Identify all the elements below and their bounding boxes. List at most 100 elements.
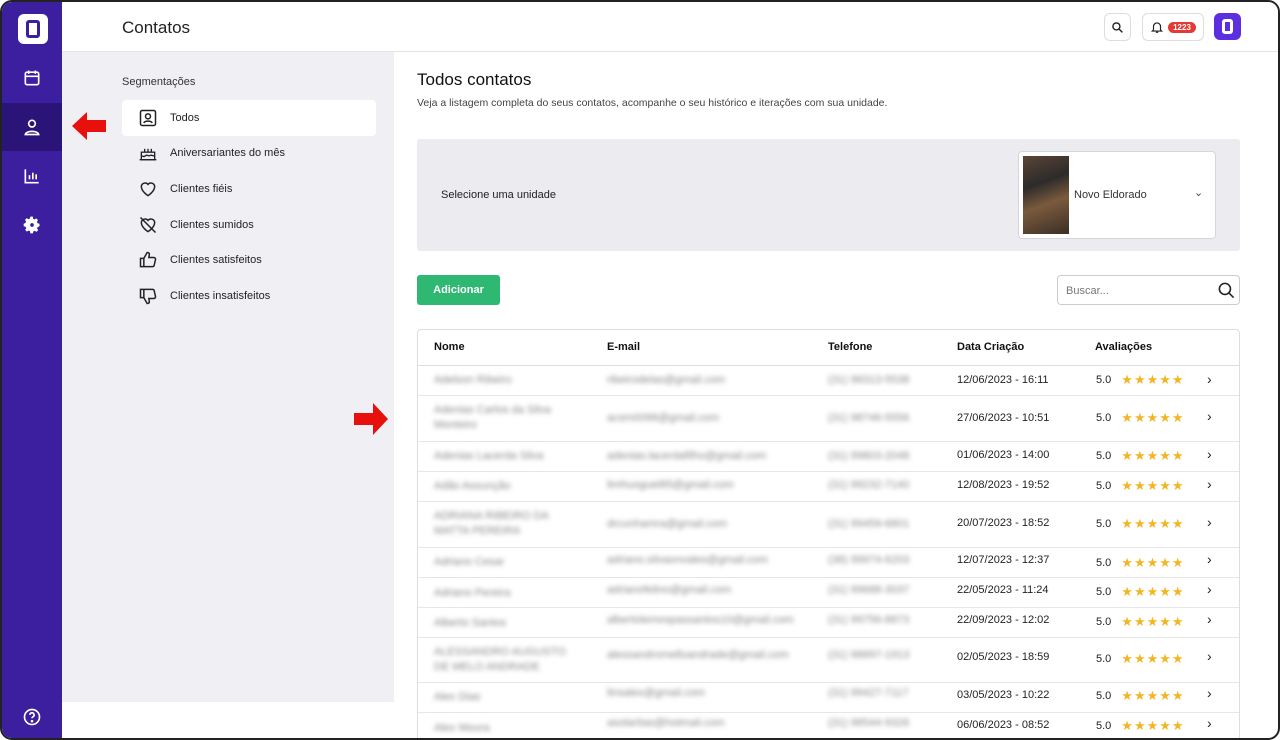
- contact-phone: (31) 98746-5556: [828, 412, 910, 424]
- table-row[interactable]: Adenias Carlos da Silva Monteiro acsm009…: [418, 396, 1239, 442]
- notifications-button[interactable]: 1223: [1142, 13, 1204, 41]
- contact-name: ADRIANA RIBEIRO DA MATTA PEREIRA: [434, 510, 549, 537]
- stars-icon: ★★★★★: [1121, 688, 1185, 703]
- contact-email: linsalex@gmail.com: [607, 687, 705, 699]
- contact-name: Adenias Lacerda Silva: [434, 450, 544, 462]
- calendar-nav[interactable]: [2, 54, 62, 102]
- stars-icon: ★★★★★: [1121, 448, 1185, 463]
- contact-name: Alex Dias: [434, 691, 481, 703]
- chevron-right-icon[interactable]: ›: [1207, 514, 1212, 530]
- contact-email: limhuoguel85@gmail.com: [607, 479, 734, 491]
- table-row[interactable]: ALESSANDRO AUGUSTO DE MELO ANDRADE aless…: [418, 638, 1239, 683]
- chevron-right-icon[interactable]: ›: [1207, 551, 1212, 567]
- chevron-right-icon[interactable]: ›: [1207, 476, 1212, 492]
- rating: 5.0 ★★★★★: [1096, 516, 1185, 532]
- column-header[interactable]: Data Criação: [957, 341, 1024, 353]
- rating-value: 5.0: [1096, 557, 1112, 569]
- chevron-right-icon[interactable]: ›: [1207, 581, 1212, 597]
- search-icon[interactable]: [1217, 281, 1236, 300]
- segment-satisfeitos[interactable]: Clientes satisfeitos: [122, 242, 376, 278]
- stars-icon: ★★★★★: [1121, 651, 1185, 666]
- segment-aniversariantes[interactable]: Aniversariantes do mês: [122, 135, 376, 171]
- rating-value: 5.0: [1096, 653, 1112, 665]
- segment-sumidos[interactable]: Clientes sumidos: [122, 207, 376, 243]
- segment-todos[interactable]: Todos: [122, 100, 376, 136]
- table-row[interactable]: ADRIANA RIBEIRO DA MATTA PEREIRA drcunha…: [418, 502, 1239, 548]
- rating: 5.0 ★★★★★: [1096, 614, 1185, 630]
- created-date: 01/06/2023 - 14:00: [957, 449, 1050, 461]
- created-date: 02/05/2023 - 18:59: [957, 651, 1050, 663]
- search-button[interactable]: [1104, 13, 1131, 41]
- app-window: Contatos 1223 Segmentações Todos Anivers…: [0, 0, 1280, 740]
- table-row[interactable]: Adriano Cesar adriano.silvaonvales@gmail…: [418, 548, 1239, 578]
- profile-logo[interactable]: [1214, 13, 1241, 40]
- rating: 5.0 ★★★★★: [1096, 651, 1185, 667]
- segment-label: Todos: [170, 112, 200, 124]
- rating-value: 5.0: [1096, 518, 1112, 530]
- segment-fieis[interactable]: Clientes fiéis: [122, 171, 376, 207]
- annotation-arrow-left-icon: [72, 112, 106, 140]
- add-contact-button[interactable]: Adicionar: [417, 275, 500, 305]
- rating-value: 5.0: [1096, 374, 1112, 386]
- contact-name: Alberto Santos: [434, 617, 507, 629]
- user-icon: [24, 119, 40, 136]
- chevron-right-icon[interactable]: ›: [1207, 685, 1212, 701]
- table-row[interactable]: Adriano Pereira adrianofelino@gmail.com …: [418, 578, 1239, 608]
- calendar-icon: [24, 70, 40, 86]
- contact-phone: (31) 98544-9326: [828, 717, 910, 729]
- table-row[interactable]: Adenias Lacerda Silva adenias.lacerdafil…: [418, 442, 1239, 472]
- chevron-right-icon[interactable]: ›: [1207, 715, 1212, 731]
- table-row[interactable]: Alex Moura asolaritas@hotmail.com (31) 9…: [418, 713, 1239, 738]
- created-date: 03/05/2023 - 10:22: [957, 689, 1050, 701]
- table-row[interactable]: Alex Dias linsalex@gmail.com (31) 99427-…: [418, 683, 1239, 713]
- rating: 5.0 ★★★★★: [1096, 448, 1185, 464]
- segment-label: Clientes sumidos: [170, 219, 254, 231]
- settings-nav[interactable]: [2, 201, 62, 249]
- search-input[interactable]: [1066, 282, 1206, 300]
- chevron-right-icon[interactable]: ›: [1207, 611, 1212, 627]
- contacts-nav[interactable]: [2, 103, 62, 151]
- column-header[interactable]: E-mail: [607, 341, 640, 353]
- heart-icon: [140, 182, 156, 197]
- chevron-right-icon[interactable]: ›: [1207, 446, 1212, 462]
- contact-phone: (31) 99803-2048: [828, 450, 910, 462]
- contact-phone: (31) 99232-7140: [828, 479, 910, 491]
- table-row[interactable]: Adelson Ribeiro ribeirodelas@gmail.com (…: [418, 366, 1239, 396]
- contact-phone: (38) 99974-6203: [828, 554, 910, 566]
- column-header[interactable]: Telefone: [828, 341, 872, 353]
- chevron-down-icon: ⌄: [1194, 187, 1204, 199]
- contact-name: Adão Assunção: [434, 480, 511, 492]
- segments-panel: Segmentações Todos Aniversariantes do mê…: [62, 52, 394, 702]
- contact-name: Adriano Cesar: [434, 556, 505, 568]
- rating-value: 5.0: [1096, 480, 1112, 492]
- column-header[interactable]: Nome: [434, 341, 465, 353]
- stars-icon: ★★★★★: [1121, 478, 1185, 493]
- bell-icon: [1151, 22, 1164, 33]
- table-header: Nome E-mail Telefone Data Criação Avalia…: [418, 330, 1239, 366]
- table-row[interactable]: Adão Assunção limhuoguel85@gmail.com (31…: [418, 472, 1239, 502]
- segment-label: Clientes satisfeitos: [170, 254, 262, 266]
- table-row[interactable]: Alberto Santos albertolemospassantos10@g…: [418, 608, 1239, 638]
- rating-value: 5.0: [1096, 690, 1112, 702]
- column-header[interactable]: Avaliações: [1095, 341, 1152, 353]
- chevron-right-icon[interactable]: ›: [1207, 648, 1212, 664]
- contact-name: ALESSANDRO AUGUSTO DE MELO ANDRADE: [434, 646, 566, 673]
- stars-icon: ★★★★★: [1121, 516, 1185, 531]
- segment-insatisfeitos[interactable]: Clientes insatisfeitos: [122, 278, 376, 314]
- chevron-right-icon[interactable]: ›: [1207, 371, 1212, 387]
- reports-nav[interactable]: [2, 152, 62, 200]
- thumbs-up-icon: [139, 251, 157, 268]
- app-logo[interactable]: [18, 14, 48, 44]
- unit-dropdown[interactable]: Novo Eldorado ⌄: [1018, 151, 1216, 239]
- contact-email: adenias.lacerdafilho@gmail.com: [607, 450, 767, 462]
- help-nav[interactable]: [2, 693, 62, 738]
- segment-label: Clientes fiéis: [170, 183, 233, 195]
- chevron-right-icon[interactable]: ›: [1207, 408, 1212, 424]
- rating: 5.0 ★★★★★: [1096, 688, 1185, 704]
- stars-icon: ★★★★★: [1121, 614, 1185, 629]
- contact-phone: (31) 99427-7117: [828, 687, 909, 699]
- section-subtitle: Veja a listagem completa do seus contato…: [417, 97, 888, 109]
- contact-name: Adenias Carlos da Silva Monteiro: [434, 404, 551, 431]
- contact-phone: (31) 99756-8873: [828, 614, 910, 626]
- bar-chart-icon: [24, 169, 39, 184]
